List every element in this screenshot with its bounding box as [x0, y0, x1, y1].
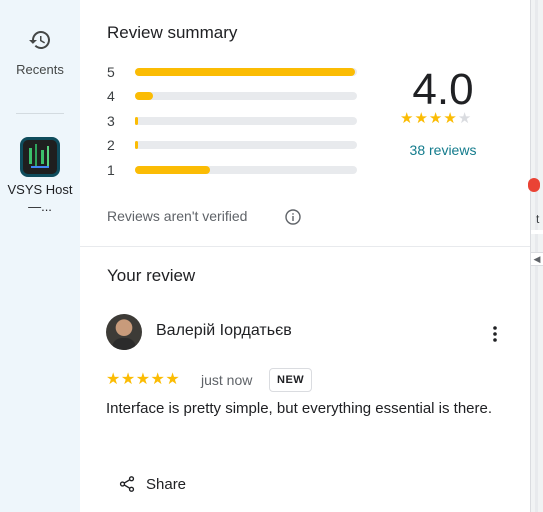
rating-bar-label: 5 [107, 64, 115, 80]
place-thumbnail [20, 137, 60, 177]
star-icon: ★ [120, 371, 136, 388]
star-icon: ★ [443, 110, 458, 127]
star-icon: ★ [400, 110, 415, 127]
more-options-icon[interactable] [490, 324, 500, 344]
rail-divider [16, 113, 64, 114]
review-time: just now [201, 372, 253, 388]
map-edge[interactable]: t ◀ [528, 0, 543, 512]
recents-button[interactable]: Recents [0, 28, 80, 77]
rating-bar-track [135, 117, 357, 125]
recent-place-item[interactable]: VSYS Host —... [0, 137, 80, 215]
rating-bar-fill [135, 68, 355, 76]
rating-bar-track [135, 166, 357, 174]
your-review-title: Your review [107, 266, 196, 285]
star-icon: ★ [150, 371, 166, 388]
rating-bar-row: 4 [107, 86, 367, 106]
recents-label: Recents [16, 62, 64, 77]
review-summary-title: Review summary [107, 23, 238, 42]
recent-place-label: VSYS Host —... [7, 182, 73, 214]
average-rating: 4.0 [412, 65, 474, 114]
review-text: Interface is pretty simple, but everythi… [106, 400, 493, 417]
share-label: Share [146, 475, 187, 493]
rating-bar-fill [135, 141, 138, 149]
left-rail: Recents VSYS Host —... [0, 0, 80, 512]
rating-bar-track [135, 92, 357, 100]
average-stars: ★★★★★ [400, 110, 488, 128]
star-icon: ★ [165, 371, 181, 388]
star-icon: ★ [414, 110, 429, 127]
reviews-count-link[interactable]: 38 reviews [398, 142, 488, 158]
place-panel: Review summary 54321 4.0 ★★★★★ 38 review… [80, 0, 531, 512]
star-icon: ★ [428, 110, 444, 127]
review-stars: ★★★★★ [106, 370, 180, 390]
star-icon: ★ [106, 371, 121, 388]
share-icon [119, 476, 135, 492]
rating-bar-label: 3 [107, 113, 115, 129]
rating-bar-row: 5 [107, 62, 367, 82]
collapse-arrow-icon[interactable]: ◀ [530, 252, 543, 266]
rating-bar-label: 4 [107, 88, 115, 104]
info-icon[interactable] [285, 209, 301, 225]
share-button[interactable]: Share [118, 471, 186, 497]
reviews-verified-note: Reviews aren't verified [107, 208, 248, 224]
rating-bar-track [135, 141, 357, 149]
rating-bar-row: 2 [107, 135, 367, 155]
rating-bar-row: 1 [107, 160, 367, 180]
new-badge: NEW [269, 368, 313, 392]
map-pin-icon[interactable] [528, 178, 540, 192]
rating-bar-fill [135, 92, 153, 100]
history-icon [29, 31, 50, 49]
star-icon: ★ [135, 371, 151, 388]
rating-bar-label: 1 [107, 162, 115, 178]
rating-bar-label: 2 [107, 137, 115, 153]
section-divider [80, 246, 531, 247]
rating-bar-fill [135, 117, 138, 125]
rating-bar-row: 3 [107, 111, 367, 131]
star-icon: ★ [457, 110, 473, 127]
avatar[interactable] [106, 314, 142, 350]
rating-bar-fill [135, 166, 211, 174]
map-label: t [536, 212, 540, 226]
reviewer-name[interactable]: Валерій Іордатьєв [156, 322, 292, 340]
rating-bar-track [135, 68, 357, 76]
